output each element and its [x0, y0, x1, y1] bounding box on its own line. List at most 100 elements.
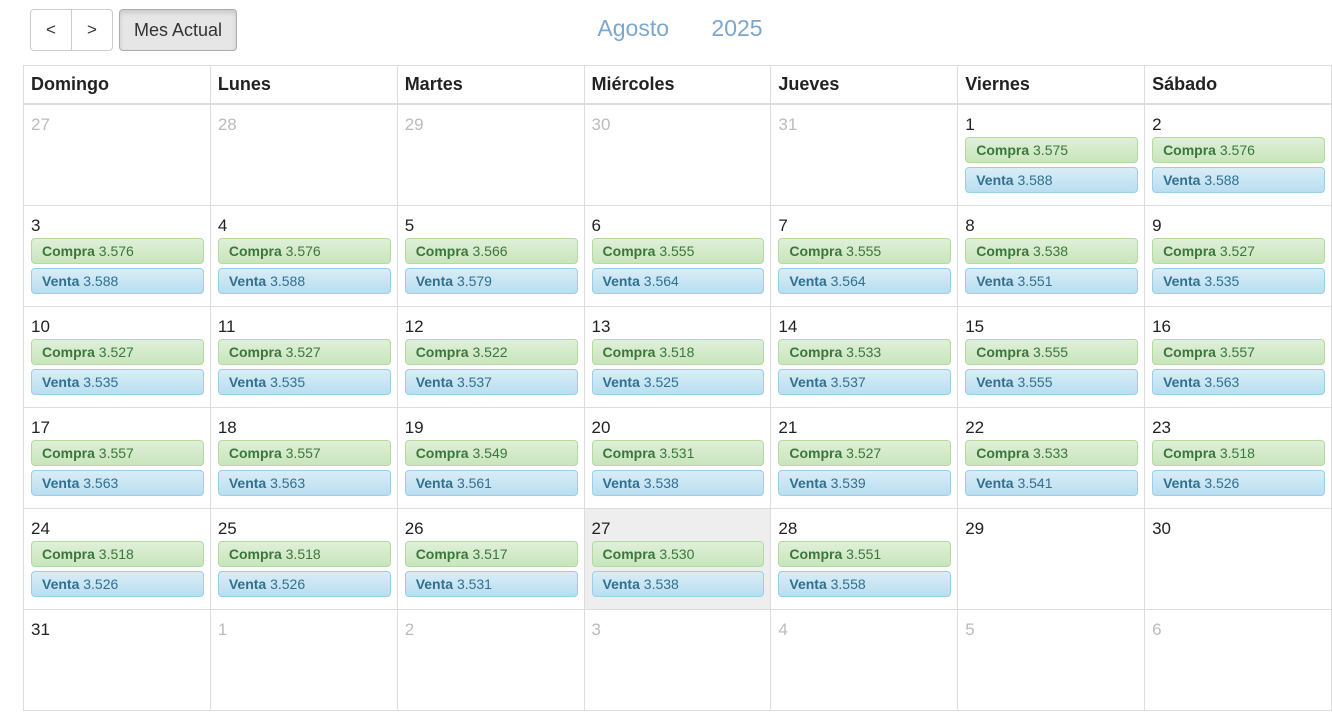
day-cell[interactable]: 19 Compra 3.549 Venta 3.561	[396, 406, 585, 509]
buy-rate-event[interactable]: Compra 3.549	[404, 439, 578, 466]
buy-rate-event[interactable]: Compra 3.527	[1152, 237, 1325, 264]
day-cell[interactable]: 8 Compra 3.538 Venta 3.551	[957, 204, 1146, 307]
sell-rate-event[interactable]: Venta 3.563	[217, 469, 391, 496]
buy-rate-event[interactable]: Compra 3.557	[217, 439, 391, 466]
day-cell[interactable]: 15 Compra 3.555 Venta 3.555	[957, 305, 1146, 408]
day-cell[interactable]: 9 Compra 3.527 Venta 3.535	[1144, 204, 1332, 307]
day-cell[interactable]: 4	[770, 608, 959, 711]
sell-rate-event[interactable]: Venta 3.564	[778, 267, 952, 294]
buy-rate-event[interactable]: Compra 3.551	[778, 540, 952, 567]
buy-rate-event[interactable]: Compra 3.527	[31, 338, 204, 365]
day-cell[interactable]: 28 Compra 3.551 Venta 3.558	[770, 507, 959, 610]
buy-rate-event[interactable]: Compra 3.566	[404, 237, 578, 264]
sell-rate-event[interactable]: Venta 3.525	[591, 368, 765, 395]
day-cell[interactable]: 26 Compra 3.517 Venta 3.531	[396, 507, 585, 610]
day-cell[interactable]: 10 Compra 3.527 Venta 3.535	[23, 305, 211, 408]
sell-rate-event[interactable]: Venta 3.558	[778, 570, 952, 597]
day-cell[interactable]: 4 Compra 3.576 Venta 3.588	[209, 204, 398, 307]
sell-rate-event[interactable]: Venta 3.579	[404, 267, 578, 294]
sell-rate-event[interactable]: Venta 3.535	[1152, 267, 1325, 294]
day-cell-content: 29	[958, 509, 1144, 609]
sell-rate-event[interactable]: Venta 3.588	[31, 267, 204, 294]
sell-rate-event[interactable]: Venta 3.526	[1152, 469, 1325, 496]
buy-rate-event[interactable]: Compra 3.555	[965, 338, 1139, 365]
sell-rate-event[interactable]: Venta 3.538	[591, 469, 765, 496]
buy-rate-event[interactable]: Compra 3.527	[217, 338, 391, 365]
sell-rate-event[interactable]: Venta 3.588	[965, 166, 1139, 193]
buy-rate-event[interactable]: Compra 3.527	[778, 439, 952, 466]
buy-rate-event[interactable]: Compra 3.576	[217, 237, 391, 264]
sell-rate-event[interactable]: Venta 3.531	[404, 570, 578, 597]
sell-rate-event[interactable]: Venta 3.555	[965, 368, 1139, 395]
buy-rate-event[interactable]: Compra 3.538	[965, 237, 1139, 264]
buy-rate-event[interactable]: Compra 3.518	[591, 338, 765, 365]
buy-rate-event[interactable]: Compra 3.518	[217, 540, 391, 567]
day-cell[interactable]: 29	[396, 103, 585, 206]
buy-rate-event[interactable]: Compra 3.557	[31, 439, 204, 466]
buy-rate-event[interactable]: Compra 3.533	[965, 439, 1139, 466]
day-cell[interactable]: 2	[396, 608, 585, 711]
sell-rate-event[interactable]: Venta 3.588	[217, 267, 391, 294]
buy-rate-event[interactable]: Compra 3.576	[1152, 136, 1325, 163]
day-cell[interactable]: 5 Compra 3.566 Venta 3.579	[396, 204, 585, 307]
buy-rate-event[interactable]: Compra 3.557	[1152, 338, 1325, 365]
day-cell[interactable]: 22 Compra 3.533 Venta 3.541	[957, 406, 1146, 509]
day-cell[interactable]: 12 Compra 3.522 Venta 3.537	[396, 305, 585, 408]
day-cell-today[interactable]: 27 Compra 3.530 Venta 3.538	[583, 507, 772, 610]
day-cell[interactable]: 23 Compra 3.518 Venta 3.526	[1144, 406, 1332, 509]
day-cell[interactable]: 17 Compra 3.557 Venta 3.563	[23, 406, 211, 509]
day-cell[interactable]: 5	[957, 608, 1146, 711]
sell-rate-event[interactable]: Venta 3.526	[31, 570, 204, 597]
sell-rate-event[interactable]: Venta 3.535	[31, 368, 204, 395]
day-cell[interactable]: 13 Compra 3.518 Venta 3.525	[583, 305, 772, 408]
buy-rate-event[interactable]: Compra 3.517	[404, 540, 578, 567]
day-cell[interactable]: 3	[583, 608, 772, 711]
day-cell[interactable]: 14 Compra 3.533 Venta 3.537	[770, 305, 959, 408]
day-cell[interactable]: 20 Compra 3.531 Venta 3.538	[583, 406, 772, 509]
buy-rate-event[interactable]: Compra 3.576	[31, 237, 204, 264]
day-cell[interactable]: 7 Compra 3.555 Venta 3.564	[770, 204, 959, 307]
sell-rate-event[interactable]: Venta 3.541	[965, 469, 1139, 496]
buy-rate-event[interactable]: Compra 3.533	[778, 338, 952, 365]
day-cell[interactable]: 27	[23, 103, 211, 206]
buy-rate-event[interactable]: Compra 3.575	[965, 136, 1139, 163]
day-cell[interactable]: 6 Compra 3.555 Venta 3.564	[583, 204, 772, 307]
buy-rate-event[interactable]: Compra 3.555	[778, 237, 952, 264]
buy-rate-event[interactable]: Compra 3.555	[591, 237, 765, 264]
day-cell[interactable]: 16 Compra 3.557 Venta 3.563	[1144, 305, 1332, 408]
sell-rate-event[interactable]: Venta 3.539	[778, 469, 952, 496]
day-cell[interactable]: 24 Compra 3.518 Venta 3.526	[23, 507, 211, 610]
sell-rate-event[interactable]: Venta 3.537	[404, 368, 578, 395]
day-cell[interactable]: 1 Compra 3.575 Venta 3.588	[957, 103, 1146, 206]
day-cell[interactable]: 11 Compra 3.527 Venta 3.535	[209, 305, 398, 408]
sell-rate-event[interactable]: Venta 3.563	[31, 469, 204, 496]
day-cell[interactable]: 29	[957, 507, 1146, 610]
sell-rate-event[interactable]: Venta 3.537	[778, 368, 952, 395]
buy-rate-event[interactable]: Compra 3.531	[591, 439, 765, 466]
day-cell[interactable]: 2 Compra 3.576 Venta 3.588	[1144, 103, 1332, 206]
buy-rate-event[interactable]: Compra 3.518	[31, 540, 204, 567]
day-cell[interactable]: 30	[1144, 507, 1332, 610]
day-cell[interactable]: 31	[770, 103, 959, 206]
sell-rate-event[interactable]: Venta 3.551	[965, 267, 1139, 294]
day-cell[interactable]: 18 Compra 3.557 Venta 3.563	[209, 406, 398, 509]
sell-rate-event[interactable]: Venta 3.564	[591, 267, 765, 294]
sell-rate-event[interactable]: Venta 3.526	[217, 570, 391, 597]
day-cell[interactable]: 28	[209, 103, 398, 206]
buy-rate-event[interactable]: Compra 3.522	[404, 338, 578, 365]
sell-rate-event[interactable]: Venta 3.561	[404, 469, 578, 496]
day-cell[interactable]: 21 Compra 3.527 Venta 3.539	[770, 406, 959, 509]
day-cell[interactable]: 3 Compra 3.576 Venta 3.588	[23, 204, 211, 307]
day-cell[interactable]: 31	[23, 608, 211, 711]
day-cell[interactable]: 25 Compra 3.518 Venta 3.526	[209, 507, 398, 610]
buy-rate-event[interactable]: Compra 3.530	[591, 540, 765, 567]
sell-rate-event[interactable]: Venta 3.563	[1152, 368, 1325, 395]
sell-rate-event[interactable]: Venta 3.588	[1152, 166, 1325, 193]
day-cell[interactable]: 6	[1144, 608, 1332, 711]
sell-rate-event[interactable]: Venta 3.538	[591, 570, 765, 597]
buy-rate-event[interactable]: Compra 3.518	[1152, 439, 1325, 466]
day-cell[interactable]: 1	[209, 608, 398, 711]
sell-rate-event[interactable]: Venta 3.535	[217, 368, 391, 395]
day-cell[interactable]: 30	[583, 103, 772, 206]
day-cell-content: 22 Compra 3.533 Venta 3.541	[958, 408, 1144, 508]
